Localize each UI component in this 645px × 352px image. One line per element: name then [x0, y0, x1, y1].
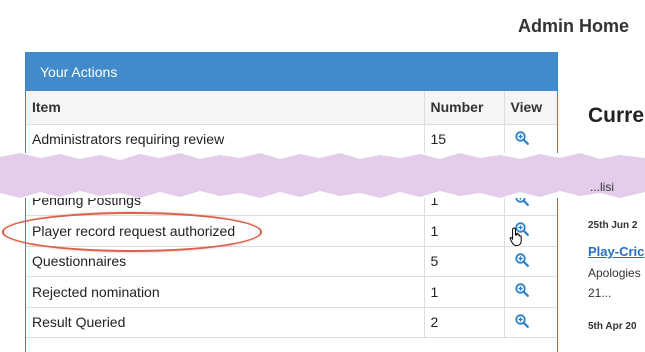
- table-row: Rejected nomination 1: [26, 276, 557, 308]
- news-text: Apologies: [588, 266, 641, 280]
- your-actions-panel: Your Actions Item Number View Administra…: [25, 52, 558, 352]
- magnifier-plus-icon[interactable]: [514, 253, 529, 267]
- row-number: 1: [424, 215, 505, 247]
- news-text: 21...: [588, 286, 612, 300]
- hand-pointer-icon: [509, 227, 525, 252]
- column-header-view: View: [504, 91, 557, 125]
- column-header-item: Item: [26, 91, 425, 125]
- news-date: 5th Apr 20: [588, 321, 637, 332]
- highlight-annotation: [2, 212, 262, 252]
- row-number: 15: [424, 124, 505, 155]
- row-item: Rejected nomination: [26, 276, 425, 308]
- magnifier-plus-icon[interactable]: [514, 283, 529, 298]
- current-section-title: Curre: [588, 104, 645, 127]
- row-number: 5: [424, 246, 505, 277]
- column-header-number: Number: [424, 91, 505, 125]
- table-row: Administrators requiring review 15: [26, 124, 557, 155]
- row-item: Result Queried: [26, 307, 425, 338]
- row-view: [504, 307, 557, 338]
- magnifier-plus-icon[interactable]: [514, 131, 529, 145]
- news-link[interactable]: Play-Cric: [588, 244, 644, 259]
- news-date: 25th Jun 2: [588, 220, 638, 231]
- magnifier-plus-icon[interactable]: [514, 314, 529, 328]
- row-view: [504, 276, 557, 308]
- table-row: Result Queried 2: [26, 307, 557, 338]
- row-number: 1: [424, 276, 505, 308]
- redaction-edge: [0, 153, 645, 198]
- table-header-row: Item Number View: [26, 91, 557, 125]
- panel-heading: Your Actions: [26, 53, 557, 91]
- row-view: [504, 124, 557, 155]
- row-item: Administrators requiring review: [26, 124, 425, 155]
- news-snippet: ...lisi: [590, 180, 614, 194]
- page-title: Admin Home: [518, 16, 630, 36]
- row-number: 2: [424, 307, 505, 338]
- redaction-band: [0, 153, 645, 198]
